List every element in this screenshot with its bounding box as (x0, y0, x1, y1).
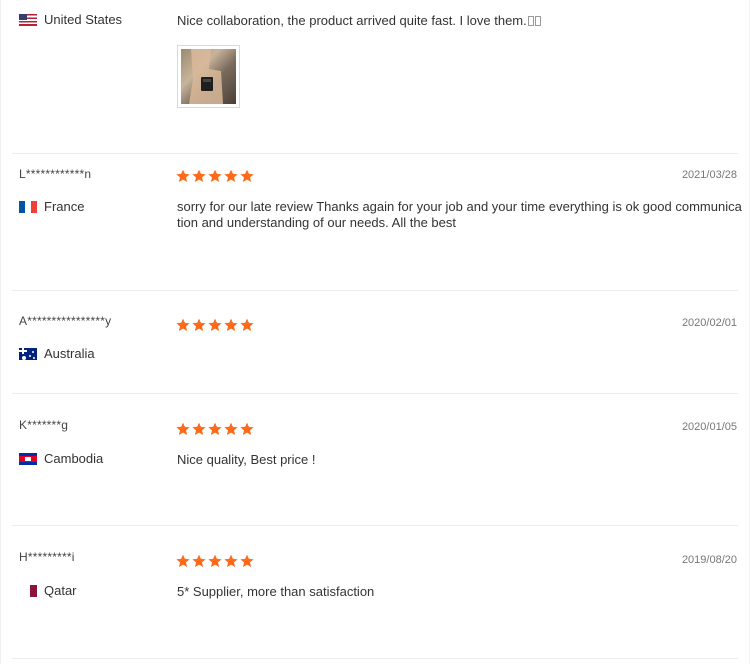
star-icon (240, 554, 254, 567)
qatar-flag-icon (25, 584, 37, 597)
france-flag-icon (19, 200, 37, 213)
star-icon (176, 169, 190, 182)
star-icon (240, 422, 254, 435)
star-icon (208, 554, 222, 567)
country-name: Australia (44, 346, 95, 361)
review-text: Nice collaboration, the product arrived … (177, 13, 742, 29)
review-country: Australia (19, 346, 95, 361)
country-name: France (44, 199, 85, 214)
review-photo-thumbnail[interactable] (177, 45, 240, 108)
review-item: A****************y 2020/02/01 Australia (0, 291, 750, 393)
reviewer-name: K*******g (19, 418, 69, 432)
star-icon (192, 318, 206, 331)
star-icon (208, 318, 222, 331)
rating-stars (176, 169, 254, 183)
review-item: United States Nice collaboration, the pr… (0, 0, 750, 150)
star-icon (176, 554, 190, 567)
review-country: France (19, 199, 84, 214)
star-icon (192, 169, 206, 182)
rating-stars (176, 422, 254, 436)
country-name: United States (44, 12, 123, 27)
star-icon (176, 318, 190, 331)
country-name: Qatar (44, 583, 77, 598)
review-item: H*********i 2019/08/20 Qatar 5* Supplier… (0, 526, 750, 658)
emoji-placeholder-icon (534, 16, 541, 26)
review-date: 2020/02/01 (681, 317, 737, 329)
star-icon (192, 422, 206, 435)
us-flag-icon (19, 13, 37, 26)
reviewer-name: H*********i (19, 550, 75, 564)
star-icon (224, 169, 238, 182)
reviews-list: United States Nice collaboration, the pr… (0, 0, 750, 664)
star-icon (208, 169, 222, 182)
review-date: 2021/03/28 (681, 169, 737, 181)
star-icon (224, 422, 238, 435)
review-country: United States (19, 12, 122, 27)
australia-flag-icon (19, 347, 37, 360)
review-text: 5* Supplier, more than satisfaction (177, 584, 375, 599)
rating-stars (176, 554, 254, 568)
review-text: sorry for our late review Thanks again f… (177, 199, 742, 230)
review-photo (181, 49, 236, 104)
cambodia-flag-icon (19, 452, 37, 465)
star-icon (224, 318, 238, 331)
rating-stars (176, 318, 254, 332)
star-icon (192, 554, 206, 567)
review-country: Cambodia (19, 451, 103, 466)
review-date: 2020/01/05 (681, 421, 737, 433)
star-icon (240, 169, 254, 182)
star-icon (240, 318, 254, 331)
review-item: L************n 2021/03/28 France sorry f… (0, 154, 750, 290)
star-icon (176, 422, 190, 435)
review-date: 2019/08/20 (681, 554, 737, 566)
reviewer-name: L************n (19, 167, 92, 181)
review-country: Qatar (19, 583, 77, 598)
review-item: K*******g 2020/01/05 Cambodia Nice quali… (0, 394, 750, 524)
review-text: Nice quality, Best price ! (177, 452, 316, 467)
review-divider (12, 658, 738, 659)
star-icon (208, 422, 222, 435)
emoji-placeholder-icon (527, 16, 534, 26)
reviewer-name: A****************y (19, 314, 112, 328)
country-name: Cambodia (44, 451, 104, 466)
star-icon (224, 554, 238, 567)
